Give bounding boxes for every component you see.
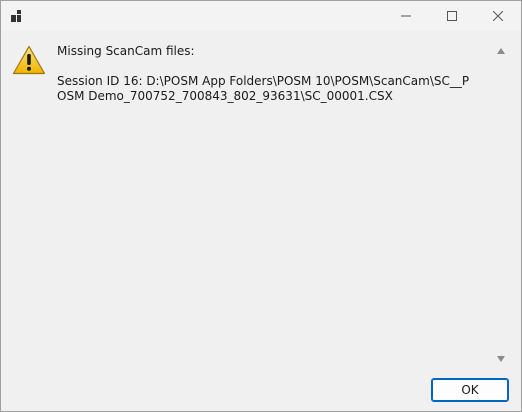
warning-icon	[12, 45, 46, 75]
close-icon	[493, 11, 503, 21]
close-button[interactable]	[475, 1, 521, 31]
minimize-icon	[401, 15, 411, 17]
vertical-scrollbar[interactable]	[493, 43, 509, 369]
scroll-down-arrow-icon	[497, 356, 505, 362]
maximize-button[interactable]	[429, 1, 475, 31]
app-icon	[11, 10, 21, 22]
ok-button[interactable]: OK	[431, 378, 509, 402]
scroll-down-button[interactable]	[493, 351, 509, 367]
maximize-icon	[447, 11, 457, 21]
scroll-up-button[interactable]	[493, 43, 509, 59]
minimize-button[interactable]	[383, 1, 429, 31]
message-area: Missing ScanCam files: Session ID 16: D:…	[1, 31, 513, 371]
message-body: Session ID 16: D:\POSM App Folders\POSM …	[57, 74, 470, 103]
scroll-up-arrow-icon	[497, 48, 505, 54]
title-bar[interactable]	[1, 1, 521, 31]
dialog-window: Missing ScanCam files: Session ID 16: D:…	[0, 0, 522, 412]
message-heading: Missing ScanCam files:	[57, 44, 195, 58]
